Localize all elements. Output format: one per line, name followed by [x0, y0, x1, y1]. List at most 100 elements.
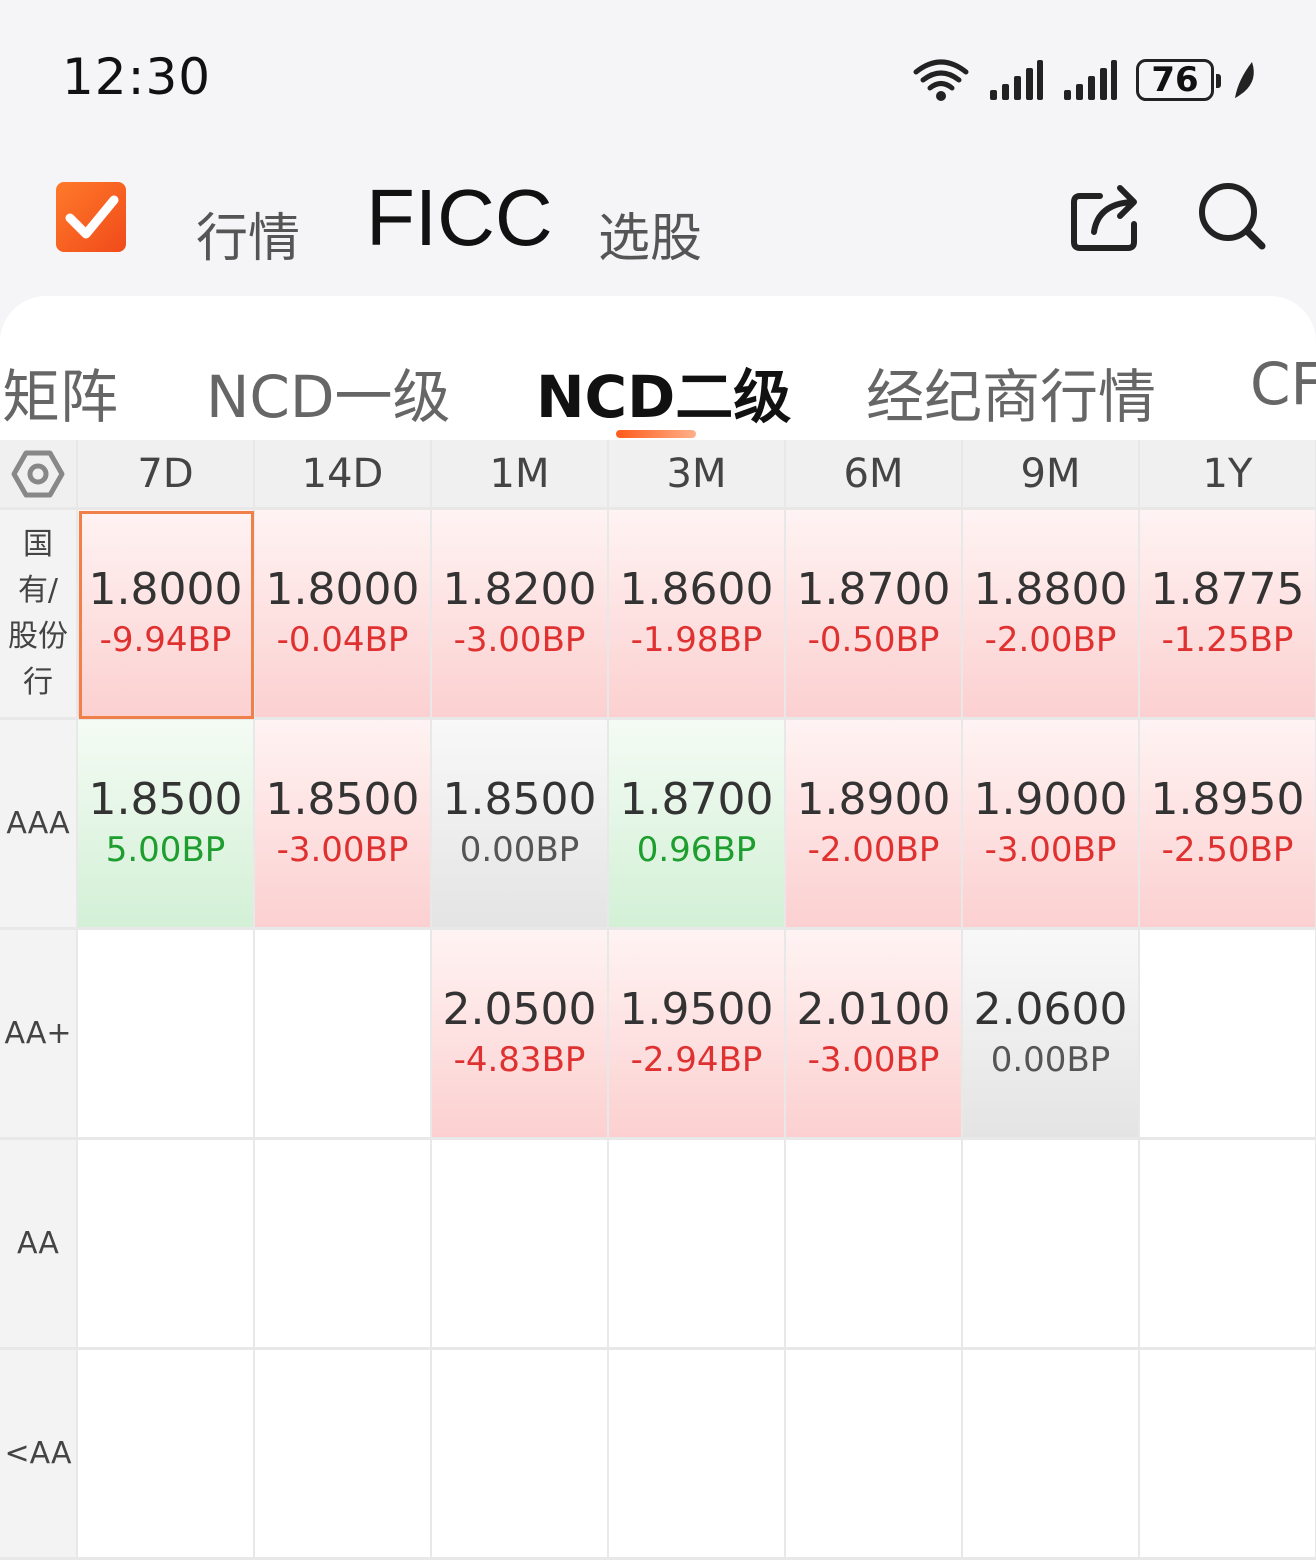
cell-rate: 1.8900: [796, 773, 951, 825]
cell-rate: 1.8500: [442, 773, 597, 825]
matrix-cell[interactable]: 1.8200 -3.00BP: [432, 510, 609, 720]
cell-change: -2.94BP: [630, 1039, 763, 1080]
matrix-cell[interactable]: 1.8500 5.00BP: [78, 720, 255, 930]
column-header[interactable]: 7D: [78, 440, 255, 510]
column-header[interactable]: 14D: [255, 440, 432, 510]
cell-rate: 1.9500: [619, 983, 774, 1035]
matrix-cell[interactable]: 1.9500 -2.94BP: [609, 930, 786, 1140]
cell-rate: 1.8200: [442, 563, 597, 615]
matrix-cell[interactable]: 1.8000 -0.04BP: [255, 510, 432, 720]
cell-change: -2.00BP: [807, 829, 940, 870]
row-label: AAA: [0, 720, 78, 930]
cell-rate: 1.9000: [973, 773, 1128, 825]
matrix-cell-empty: [609, 1140, 786, 1350]
subtab-ncd-secondary[interactable]: NCD二级: [536, 350, 791, 434]
column-header-label: 1M: [489, 450, 550, 497]
cell-rate: 1.8600: [619, 563, 774, 615]
checkmark-icon: [65, 195, 119, 239]
nav-tab-ficc[interactable]: FICC: [366, 172, 553, 264]
matrix-cell-empty: [1140, 1350, 1316, 1560]
cell-rate: 1.8700: [796, 563, 951, 615]
cell-rate: 2.0100: [796, 983, 951, 1035]
cell-change: -3.00BP: [276, 829, 409, 870]
matrix-cell[interactable]: 1.8900 -2.00BP: [786, 720, 963, 930]
row-label: 国 有/ 股份 行: [0, 510, 78, 720]
subtab-matrix[interactable]: 矩阵: [2, 350, 118, 434]
cell-change: -4.83BP: [453, 1039, 586, 1080]
cell-rate: 1.8950: [1150, 773, 1305, 825]
matrix-cell-empty: [432, 1140, 609, 1350]
matrix-cell-empty: [963, 1140, 1140, 1350]
cell-rate: 1.8000: [265, 563, 420, 615]
column-header[interactable]: 1Y: [1140, 440, 1316, 510]
cell-change: -3.00BP: [453, 619, 586, 660]
cell-rate: 1.8000: [88, 563, 243, 615]
matrix-cell[interactable]: 1.8500 0.00BP: [432, 720, 609, 930]
cell-change: -2.50BP: [1161, 829, 1294, 870]
subtab-bar: 矩阵 NCD一级 NCD二级 经纪商行情 CF: [0, 296, 1316, 440]
matrix-settings-button[interactable]: [0, 440, 78, 510]
cell-rate: 1.8700: [619, 773, 774, 825]
matrix-cell-empty: [1140, 930, 1316, 1140]
signal-icon: [1064, 60, 1117, 100]
status-time: 12:30: [62, 48, 212, 106]
app-logo[interactable]: [56, 182, 126, 252]
leaf-icon: [1235, 62, 1254, 98]
matrix-cell[interactable]: 1.8700 -0.50BP: [786, 510, 963, 720]
row-label-text: <AA: [4, 1435, 72, 1471]
column-header[interactable]: 1M: [432, 440, 609, 510]
search-icon[interactable]: [1196, 180, 1268, 252]
subtab-broker-quotes[interactable]: 经纪商行情: [866, 350, 1156, 434]
battery-level: 76: [1151, 60, 1199, 100]
row-label-text: AAA: [6, 805, 70, 841]
row-label: AA: [0, 1140, 78, 1350]
subtab-cf[interactable]: CF: [1250, 350, 1316, 418]
cell-change: 0.96BP: [636, 829, 757, 870]
matrix-cell-empty: [1140, 1140, 1316, 1350]
cell-change: 5.00BP: [105, 829, 226, 870]
matrix-cell[interactable]: 1.9000 -3.00BP: [963, 720, 1140, 930]
matrix-cell[interactable]: 1.8800 -2.00BP: [963, 510, 1140, 720]
matrix-cell[interactable]: 1.8700 0.96BP: [609, 720, 786, 930]
matrix-cell[interactable]: 1.8775 -1.25BP: [1140, 510, 1316, 720]
cell-rate: 1.8775: [1150, 563, 1305, 615]
matrix-cell-empty: [609, 1350, 786, 1560]
cell-change: -1.25BP: [1161, 619, 1294, 660]
matrix-cell[interactable]: 1.8000 -9.94BP: [78, 510, 255, 720]
cell-rate: 1.8800: [973, 563, 1128, 615]
nav-tab-stock-picker[interactable]: 选股: [598, 196, 702, 271]
status-icons: 76: [912, 56, 1258, 104]
cell-change: 0.00BP: [990, 1039, 1111, 1080]
matrix-cell[interactable]: 1.8500 -3.00BP: [255, 720, 432, 930]
signal-icon: [990, 60, 1043, 100]
column-header-label: 6M: [843, 450, 904, 497]
matrix-cell-empty: [78, 1140, 255, 1350]
share-icon[interactable]: [1070, 180, 1142, 252]
matrix-cell-empty: [255, 1350, 432, 1560]
matrix-cell[interactable]: 2.0600 0.00BP: [963, 930, 1140, 1140]
cell-rate: 2.0600: [973, 983, 1128, 1035]
content-card: 矩阵 NCD一级 NCD二级 经纪商行情 CF 7D 14D 1M 3M 6M 9M 1Y 国…: [0, 296, 1316, 1563]
row-label: <AA: [0, 1350, 78, 1560]
column-header[interactable]: 3M: [609, 440, 786, 510]
column-header-label: 3M: [666, 450, 727, 497]
row-label: AA+: [0, 930, 78, 1140]
column-header-label: 9M: [1020, 450, 1081, 497]
column-header[interactable]: 6M: [786, 440, 963, 510]
matrix-cell[interactable]: 2.0500 -4.83BP: [432, 930, 609, 1140]
status-bar: 12:30 76: [0, 0, 1316, 150]
cell-change: -1.98BP: [630, 619, 763, 660]
nav-tab-market[interactable]: 行情: [196, 196, 300, 271]
cell-change: -0.04BP: [276, 619, 409, 660]
settings-hexagon-icon: [11, 450, 65, 497]
matrix-cell-empty: [963, 1350, 1140, 1560]
matrix-cell-empty: [78, 1350, 255, 1560]
matrix-cell[interactable]: 1.8600 -1.98BP: [609, 510, 786, 720]
matrix-cell[interactable]: 2.0100 -3.00BP: [786, 930, 963, 1140]
matrix-cell-empty: [78, 930, 255, 1140]
matrix-cell[interactable]: 1.8950 -2.50BP: [1140, 720, 1316, 930]
subtab-ncd-primary[interactable]: NCD一级: [206, 350, 451, 434]
column-header[interactable]: 9M: [963, 440, 1140, 510]
matrix-cell-empty: [786, 1140, 963, 1350]
matrix-cell-empty: [432, 1350, 609, 1560]
